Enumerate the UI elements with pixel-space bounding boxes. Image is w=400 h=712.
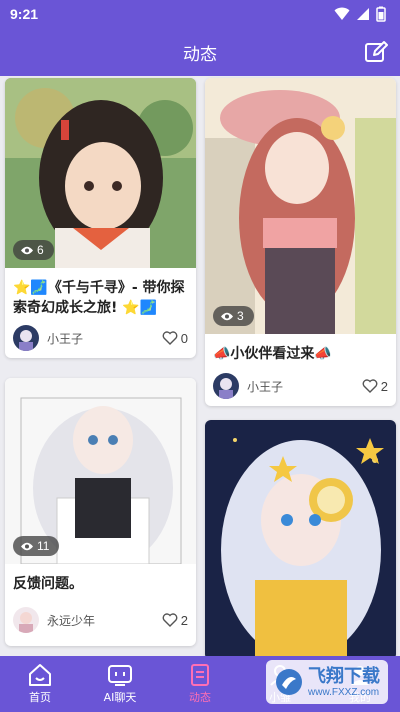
view-count-badge: 3 [213, 306, 254, 326]
nav-ai-chat[interactable]: AI聊天 [80, 656, 160, 712]
edit-post-icon[interactable] [364, 40, 388, 64]
author-name: 小王子 [47, 331, 84, 346]
post-image[interactable]: 3 [205, 78, 396, 334]
app-bar: 动态 [0, 28, 400, 76]
page-title: 动态 [183, 44, 217, 65]
author-name: 永远少年 [47, 613, 96, 628]
like-count: 2 [180, 612, 188, 628]
view-count: 11 [37, 539, 50, 553]
like-count: 2 [380, 378, 388, 394]
post-image-illustration [205, 78, 396, 334]
nav-feed[interactable]: 动态 [160, 656, 240, 712]
status-bar: 9:21 [0, 0, 400, 28]
watermark-url: www.FXXZ.com [308, 686, 380, 698]
post-author[interactable]: 小王子 [13, 325, 83, 351]
post-author[interactable]: 小王子 [213, 373, 283, 399]
watermark-text: 飞翔下载 www.FXXZ.com [308, 665, 380, 698]
post-card[interactable]: 6 ⭐🗾《千与千寻》- 带你探索奇幻成长之旅! ⭐🗾 小王子 0 [5, 78, 196, 358]
post-card[interactable]: 3 📣小伙伴看过来📣 小王子 2 [205, 78, 396, 406]
status-time: 9:21 [10, 6, 39, 22]
signal-icon [357, 8, 369, 20]
watermark-logo-icon [276, 669, 302, 695]
nav-label: 动态 [189, 691, 211, 704]
eye-icon [221, 312, 233, 320]
post-text: 📣小伙伴看过来📣 [213, 346, 332, 362]
battery-icon [376, 6, 386, 22]
post-image-illustration [205, 420, 396, 656]
nav-home[interactable]: 首页 [0, 656, 80, 712]
post-image[interactable] [205, 420, 396, 656]
like-button[interactable]: 2 [162, 613, 188, 628]
post-author[interactable]: 永远少年 [13, 607, 95, 633]
nav-label: AI聊天 [103, 691, 137, 704]
view-count: 3 [237, 309, 244, 323]
eye-icon [21, 542, 33, 550]
post-text: ⭐🗾《千与千寻》- 带你探索奇幻成长之旅! ⭐🗾 [13, 280, 185, 316]
post-text: 反馈问题。 [13, 576, 83, 592]
post-image[interactable]: 11 [5, 378, 196, 564]
heart-icon [362, 379, 378, 393]
post-footer: 小王子 2 [205, 366, 396, 406]
post-footer: 永远少年 2 [5, 600, 196, 640]
watermark: 飞翔下载 www.FXXZ.com [266, 660, 388, 704]
feed[interactable]: 6 ⭐🗾《千与千寻》- 带你探索奇幻成长之旅! ⭐🗾 小王子 0 3 📣小伙伴看… [0, 76, 400, 656]
avatar[interactable] [213, 373, 239, 399]
heart-icon [162, 331, 178, 345]
home-icon [29, 664, 51, 686]
heart-icon [162, 613, 178, 627]
view-count-badge: 11 [13, 536, 60, 556]
wifi-icon [334, 7, 350, 20]
view-count-badge: 6 [13, 240, 54, 260]
like-button[interactable]: 2 [362, 379, 388, 394]
view-count: 6 [37, 243, 44, 257]
like-button[interactable]: 0 [162, 331, 188, 346]
eye-icon [21, 246, 33, 254]
author-name: 小王子 [247, 379, 284, 394]
post-card[interactable] [205, 420, 396, 656]
post-image[interactable]: 6 [5, 78, 196, 268]
status-icons [334, 6, 386, 22]
chat-screen-icon [108, 665, 132, 686]
avatar[interactable] [13, 607, 39, 633]
watermark-title: 飞翔下载 [308, 665, 380, 687]
feed-icon [191, 664, 209, 686]
nav-label: 首页 [29, 691, 51, 704]
post-card[interactable]: 11 反馈问题。 永远少年 2 [5, 378, 196, 646]
post-footer: 小王子 0 [5, 318, 196, 358]
like-count: 0 [180, 330, 188, 346]
avatar[interactable] [13, 325, 39, 351]
